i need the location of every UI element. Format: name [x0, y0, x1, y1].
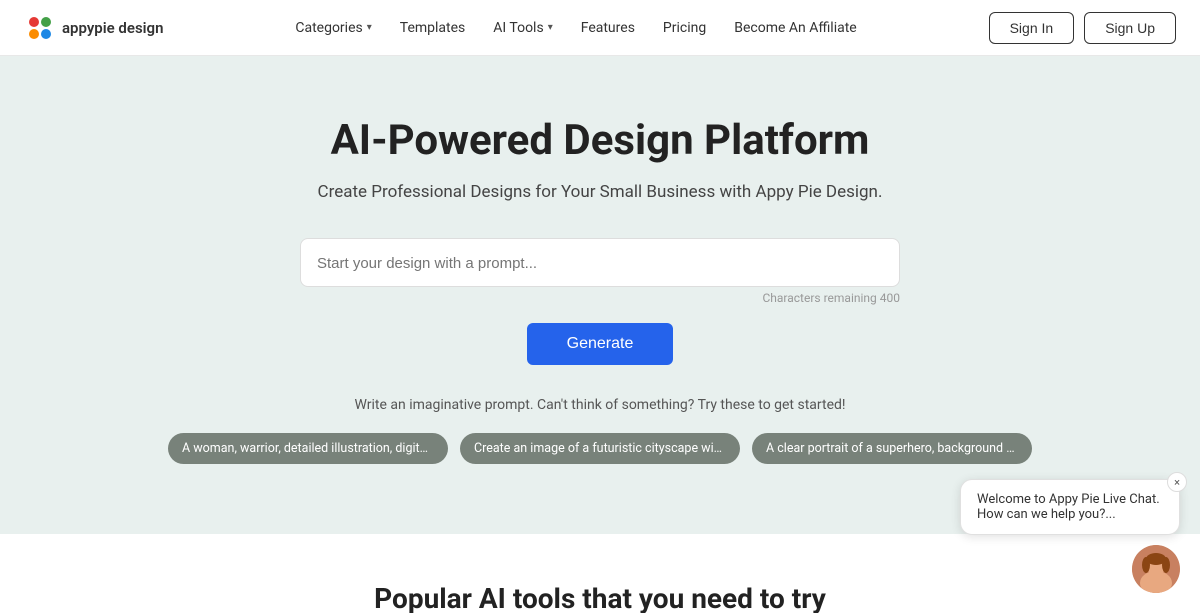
chevron-down-icon: ▾ — [367, 22, 372, 33]
brand-name: appypie design — [62, 19, 163, 37]
hero-subtitle: Create Professional Designs for Your Sma… — [318, 182, 883, 202]
hero-section: AI-Powered Design Platform Create Profes… — [0, 56, 1200, 534]
chat-bubble: × Welcome to Appy Pie Live Chat. How can… — [960, 479, 1180, 535]
signin-button[interactable]: Sign In — [989, 12, 1075, 44]
suggestion-chips: A woman, warrior, detailed illustration,… — [168, 433, 1032, 464]
nav-categories[interactable]: Categories ▾ — [295, 20, 371, 36]
brand-logo[interactable]: appypie design — [24, 12, 163, 44]
nav-links: Categories ▾ Templates AI Tools ▾ Featur… — [295, 20, 856, 36]
nav-actions: Sign In Sign Up — [989, 12, 1176, 44]
nav-features[interactable]: Features — [581, 20, 635, 36]
chat-close-button[interactable]: × — [1167, 472, 1187, 492]
navbar: appypie design Categories ▾ Templates AI… — [0, 0, 1200, 56]
nav-ai-tools[interactable]: AI Tools ▾ — [493, 20, 552, 36]
suggestion-chip-3[interactable]: A clear portrait of a superhero, backgro… — [752, 433, 1032, 464]
hero-title: AI-Powered Design Platform — [331, 116, 870, 166]
nav-pricing[interactable]: Pricing — [663, 20, 706, 36]
char-count: Characters remaining 400 — [300, 291, 900, 305]
prompt-input-container — [300, 238, 900, 287]
nav-affiliate[interactable]: Become An Affiliate — [734, 20, 856, 36]
prompt-hint: Write an imaginative prompt. Can't think… — [354, 397, 845, 413]
chevron-down-icon-2: ▾ — [548, 22, 553, 33]
suggestion-chip-1[interactable]: A woman, warrior, detailed illustration,… — [168, 433, 448, 464]
chat-widget: × Welcome to Appy Pie Live Chat. How can… — [960, 479, 1180, 593]
chat-bubble-text: Welcome to Appy Pie Live Chat. How can w… — [977, 492, 1160, 522]
prompt-input[interactable] — [317, 255, 883, 272]
nav-templates[interactable]: Templates — [400, 20, 466, 36]
generate-button[interactable]: Generate — [527, 323, 674, 365]
chat-avatar[interactable] — [1132, 545, 1180, 593]
signup-button[interactable]: Sign Up — [1084, 12, 1176, 44]
suggestion-chip-2[interactable]: Create an image of a futuristic cityscap… — [460, 433, 740, 464]
